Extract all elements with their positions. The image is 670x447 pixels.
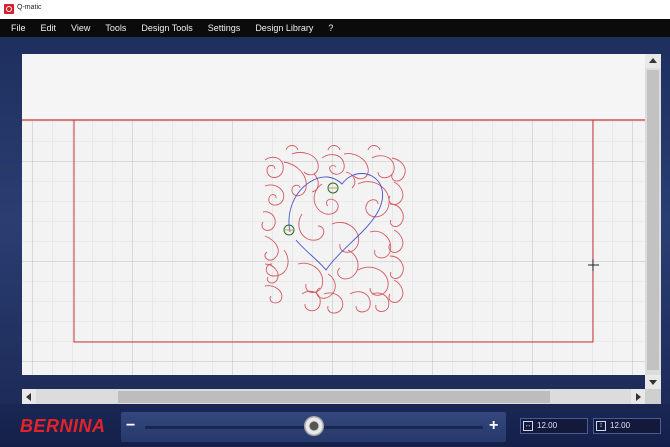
height-icon: ↕ [596, 421, 606, 431]
vertical-scrollbar[interactable] [645, 54, 661, 389]
zoom-control: − + [121, 412, 506, 442]
width-value: 12.00 [537, 421, 558, 430]
bottom-toolbar: BERNINA − + ↔ 12.00 ↕ 12.00 [0, 404, 670, 447]
menu-settings[interactable]: Settings [208, 23, 241, 33]
scroll-corner [645, 389, 661, 405]
design-canvas[interactable] [22, 54, 645, 375]
menu-file[interactable]: File [11, 23, 26, 33]
window-title: Q-matic [17, 4, 42, 11]
horizontal-scrollbar[interactable] [22, 389, 645, 405]
scroll-down-arrow-icon[interactable] [645, 375, 661, 389]
zoom-slider-knob[interactable] [304, 416, 324, 436]
menu-view[interactable]: View [71, 23, 90, 33]
zoom-in-button[interactable]: + [489, 417, 498, 435]
title-bar: Q-matic [0, 0, 670, 19]
menu-design-library[interactable]: Design Library [255, 23, 313, 33]
grid-major [22, 120, 645, 375]
menu-tools[interactable]: Tools [105, 23, 126, 33]
horizontal-scroll-thumb[interactable] [118, 391, 550, 403]
top-margin-area [22, 54, 645, 120]
app-logo-icon [4, 4, 14, 14]
height-value: 12.00 [610, 421, 631, 430]
scroll-up-arrow-icon[interactable] [645, 54, 661, 68]
width-icon: ↔ [523, 421, 533, 431]
vertical-scroll-thumb[interactable] [647, 70, 659, 370]
menu-help[interactable]: ? [328, 23, 333, 33]
canvas-drawing [22, 54, 645, 375]
menu-design-tools[interactable]: Design Tools [141, 23, 192, 33]
brand-logo: BERNINA [20, 416, 106, 436]
zoom-out-button[interactable]: − [126, 417, 135, 435]
menu-bar: File Edit View Tools Design Tools Settin… [0, 19, 670, 37]
height-field[interactable]: ↕ 12.00 [593, 418, 661, 434]
menu-edit[interactable]: Edit [41, 23, 57, 33]
scroll-left-arrow-icon[interactable] [22, 389, 36, 405]
width-field[interactable]: ↔ 12.00 [520, 418, 588, 434]
scroll-right-arrow-icon[interactable] [631, 389, 645, 405]
